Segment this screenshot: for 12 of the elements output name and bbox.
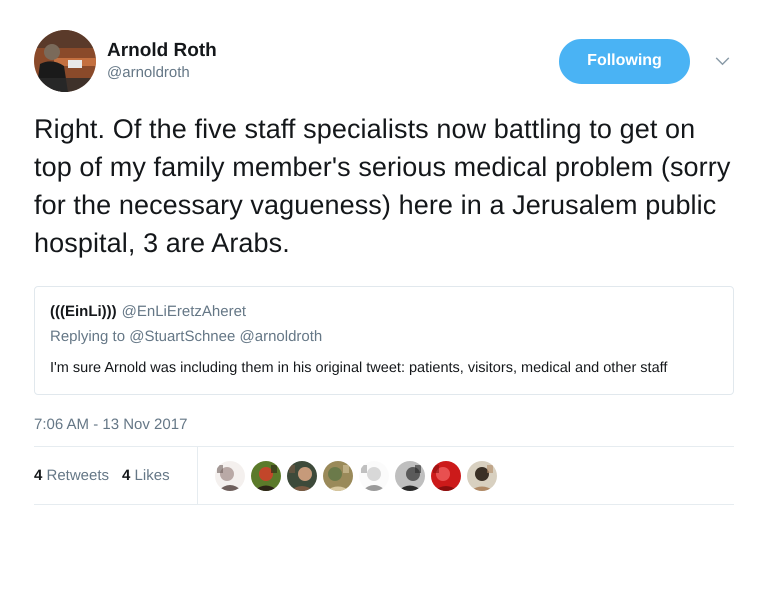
chevron-down-icon[interactable] [715,56,730,66]
quoted-author-handle: @EnLiEretzAheret [122,303,246,320]
quoted-author-name: (((EinLi))) [50,303,117,320]
replying-to-text: Replying to @StuartSchnee @arnoldroth [50,328,324,345]
author-handle[interactable]: @arnoldroth [107,63,559,83]
author-name[interactable]: Arnold Roth [107,39,559,63]
stat-link[interactable]: 4 Retweets [34,467,110,484]
tweet-text: Right. Of the five staff specialists now battling to get on top of my family member's serious medical problem (sorry for the necessary vagueness) here in a Jerusalem public hospital, 3 are Arabs. [34,113,732,260]
quoted-tweet-text: I'm sure Arnold was including them in his original tweet: patients, visitors, medical and other staff [50,359,668,378]
stat-link[interactable]: 4 Likes [122,467,170,484]
quoted-tweet-card[interactable]: (((EinLi))) @EnLiEretzAheret Replying to @StuartSchnee @arnoldroth I'm sure Arnold was including them in his original tweet: patients, visitors, medical and other staff [34,286,734,395]
timestamp[interactable]: 7:06 AM - 13 Nov 2017 [34,415,188,435]
